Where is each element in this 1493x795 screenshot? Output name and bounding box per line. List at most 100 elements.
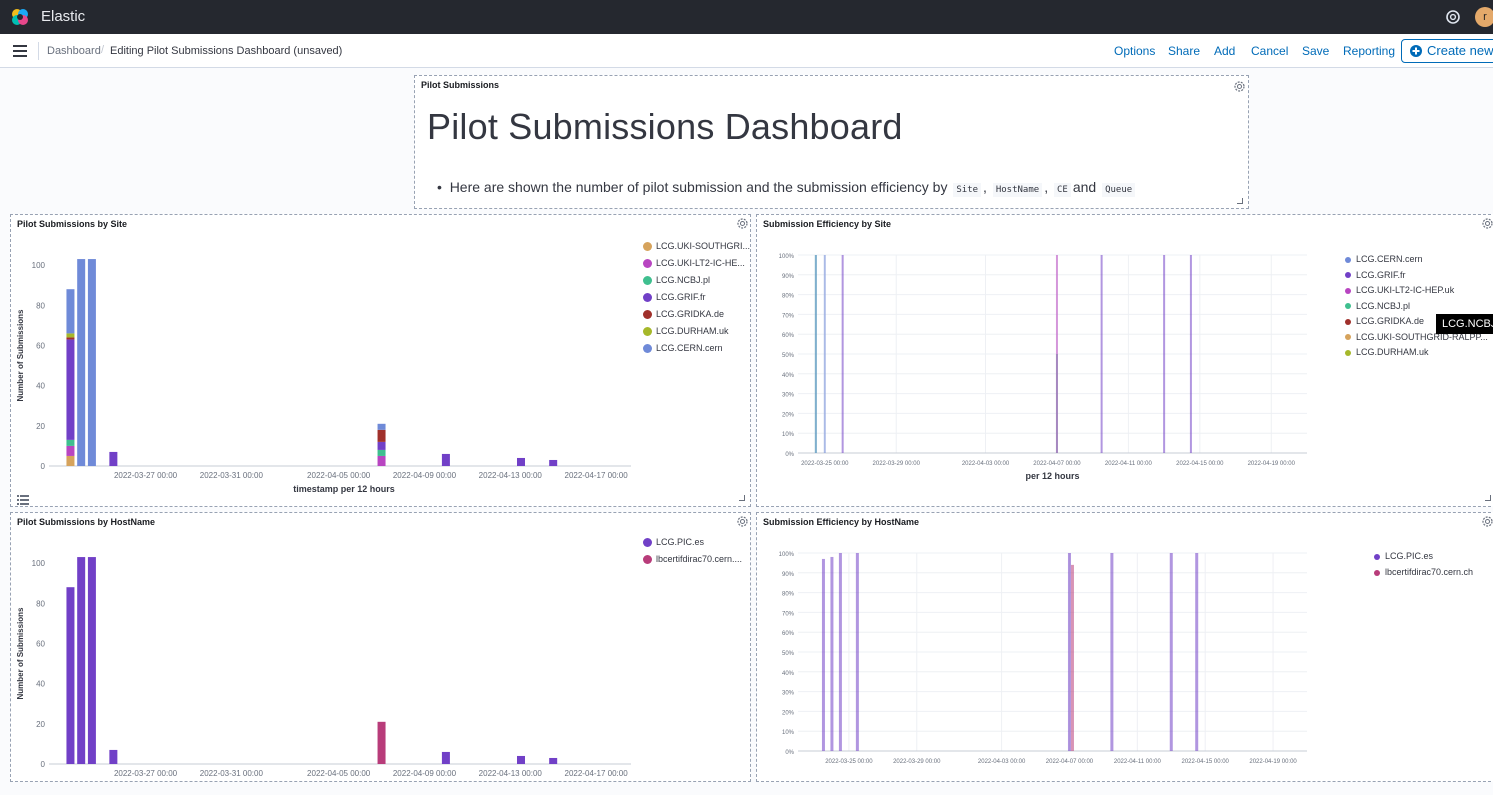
legend-toggle-icon[interactable] — [17, 495, 29, 505]
resize-handle-icon[interactable] — [739, 495, 745, 501]
legend-item[interactable]: LCG.GRIF.fr — [643, 292, 706, 303]
legend-label: LCG.PIC.es — [656, 537, 705, 547]
legend-dot — [1345, 334, 1351, 341]
legend-dot — [643, 538, 652, 548]
legend-item[interactable]: LCG.UKI-LT2-IC-HEP.uk — [1345, 285, 1454, 295]
legend-dot — [1345, 256, 1351, 263]
y-tick-label: 40% — [782, 671, 795, 677]
site-efficiency-chart[interactable]: 0% 10% 20% 30% 40% 50% 60% 70% 80% 90% 100% 2022-03… — [757, 235, 1327, 497]
legend-dot — [1374, 569, 1380, 576]
legend-item[interactable]: LCG.GRIF.fr — [1345, 270, 1406, 280]
bar — [441, 751, 450, 764]
gear-icon[interactable] — [1481, 515, 1493, 528]
bar — [855, 553, 859, 751]
gear-icon[interactable] — [736, 515, 749, 528]
legend-item[interactable]: LCG.UKI-SOUTHGRI... — [643, 241, 750, 252]
options-link[interactable]: Options — [1114, 44, 1155, 58]
legend-item[interactable]: LCG.NCBJ.pl — [1345, 301, 1410, 311]
legend-item[interactable]: LCG.DURHAM.uk — [643, 326, 729, 337]
gear-icon[interactable] — [1481, 217, 1493, 230]
app-title[interactable]: Elastic — [41, 8, 85, 25]
legend-label: LCG.PIC.es — [1385, 551, 1434, 561]
y-tick-label: 70% — [782, 313, 795, 319]
y-tick-label: 60 — [36, 639, 45, 648]
legend-label: lbcertifdirac70.cern.... — [656, 554, 743, 564]
y-tick-label: 0 — [41, 760, 46, 769]
code-site: Site — [953, 183, 982, 197]
submission-efficiency-by-site-panel[interactable]: Submission Efficiency by Site 0% 10% 20% 30… — [756, 214, 1493, 507]
legend-item[interactable]: LCG.NCBJ.pl — [643, 275, 710, 286]
reporting-link[interactable]: Reporting — [1343, 44, 1395, 58]
legend-label: lbcertifdirac70.cern.ch — [1385, 567, 1474, 577]
submission-efficiency-by-hostname-panel[interactable]: Submission Efficiency by HostName 0% 10% 2… — [756, 512, 1493, 782]
help-icon[interactable] — [1444, 8, 1462, 26]
legend-item[interactable]: LCG.CERN.cern — [643, 343, 723, 354]
legend-dot — [643, 242, 652, 252]
hostname-bar-chart[interactable]: 0204060801002022-03-27 00:00 2022-03-31 0… — [11, 533, 631, 795]
legend-item[interactable]: lbcertifdirac70.cern.ch — [1374, 567, 1473, 577]
legend-dot — [643, 344, 652, 354]
legend-label: LCG.GRIDKA.de — [1356, 316, 1425, 326]
y-tick-label: 80% — [782, 592, 795, 598]
y-tick-label: 100 — [32, 261, 46, 270]
legend-item[interactable]: LCG.GRIDKA.de — [1345, 316, 1424, 326]
bar-segment — [549, 459, 558, 466]
y-axis-title: Number of Submissions — [16, 607, 25, 700]
bar-segment — [87, 259, 96, 466]
cancel-link[interactable]: Cancel — [1251, 44, 1288, 58]
create-new-button[interactable]: Create new — [1401, 39, 1493, 63]
y-tick-label: 60% — [782, 631, 795, 637]
resize-handle-icon[interactable] — [1237, 198, 1243, 204]
add-link[interactable]: Add — [1214, 44, 1235, 58]
hostname-efficiency-chart[interactable]: 0% 10% 20% 30% 40% 50% 60% 70% 80% 90% 100% 2022-03… — [757, 533, 1327, 795]
legend-dot — [643, 555, 652, 565]
bar-segment — [517, 457, 525, 466]
bar — [77, 557, 86, 764]
legend-item[interactable]: lbcertifdirac70.cern.... — [643, 554, 743, 565]
code-hostname: HostName — [992, 183, 1043, 197]
site-bar-chart[interactable]: 0 20 40 60 80 100 2022-03-27 00:00 2022-03-31 0… — [11, 235, 631, 497]
code-ce: CE — [1053, 183, 1071, 197]
pilot-submissions-by-hostname-panel[interactable]: Pilot Submissions by HostName 0 20 40 60 80 1… — [10, 512, 751, 782]
bar — [517, 755, 525, 764]
user-avatar[interactable]: r — [1475, 7, 1493, 27]
bar-segment — [66, 339, 75, 440]
legend-item[interactable]: LCG.GRIDKA.de — [643, 309, 724, 320]
x-tick-label: 2022-03-27 00:00 — [114, 471, 178, 480]
legend-dot — [1345, 272, 1351, 279]
markdown-panel[interactable]: Pilot Submissions Pilot Submissions Dash… — [414, 75, 1249, 209]
pilot-submissions-by-site-panel[interactable]: Pilot Submissions by Site 0 20 40 60 80 100 20… — [10, 214, 751, 507]
legend-dot — [1345, 287, 1351, 294]
breadcrumb-dashboard[interactable]: Dashboard — [47, 45, 101, 57]
x-axis-title: per 12 hours — [1025, 471, 1079, 481]
legend-item[interactable]: LCG.UKI-LT2-IC-HE... — [643, 258, 745, 269]
y-tick-label: 20 — [36, 422, 45, 431]
elastic-logo-icon[interactable] — [10, 7, 30, 27]
legend-label: LCG.DURHAM.uk — [1356, 347, 1429, 357]
x-tick-label: 2022-04-07 00:00 — [1046, 759, 1094, 765]
y-tick-label: 30% — [782, 393, 795, 399]
resize-handle-icon[interactable] — [1485, 495, 1491, 501]
gear-icon[interactable] — [736, 217, 749, 230]
breadcrumb-bar: Dashboard / Editing Pilot Submissions Da… — [0, 34, 1493, 68]
legend-item[interactable]: LCG.PIC.es — [643, 537, 705, 548]
legend-item[interactable]: LCG.DURHAM.uk — [1345, 347, 1429, 357]
share-link[interactable]: Share — [1168, 44, 1200, 58]
x-tick-label: 2022-04-07 00:00 — [1033, 461, 1081, 467]
x-tick-label: 2022-03-29 00:00 — [873, 461, 921, 467]
legend-item[interactable]: LCG.CERN.cern — [1345, 254, 1423, 264]
y-tick-label: 20% — [782, 710, 795, 716]
bar — [1169, 553, 1173, 751]
save-link[interactable]: Save — [1302, 44, 1329, 58]
panel-title: Pilot Submissions by HostName — [17, 517, 156, 527]
gear-icon[interactable] — [1233, 80, 1246, 93]
legend-label: LCG.UKI-LT2-IC-HEP.uk — [1356, 285, 1455, 295]
x-tick-label: 2022-03-25 00:00 — [825, 759, 873, 765]
y-tick-label: 50% — [782, 353, 795, 359]
bar — [1100, 255, 1103, 453]
y-tick-label: 0 — [41, 462, 46, 471]
legend-item[interactable]: LCG.PIC.es — [1374, 551, 1433, 561]
bar-segment — [377, 449, 386, 456]
menu-icon[interactable] — [13, 45, 27, 57]
x-tick-label: 2022-04-15 00:00 — [1182, 759, 1230, 765]
